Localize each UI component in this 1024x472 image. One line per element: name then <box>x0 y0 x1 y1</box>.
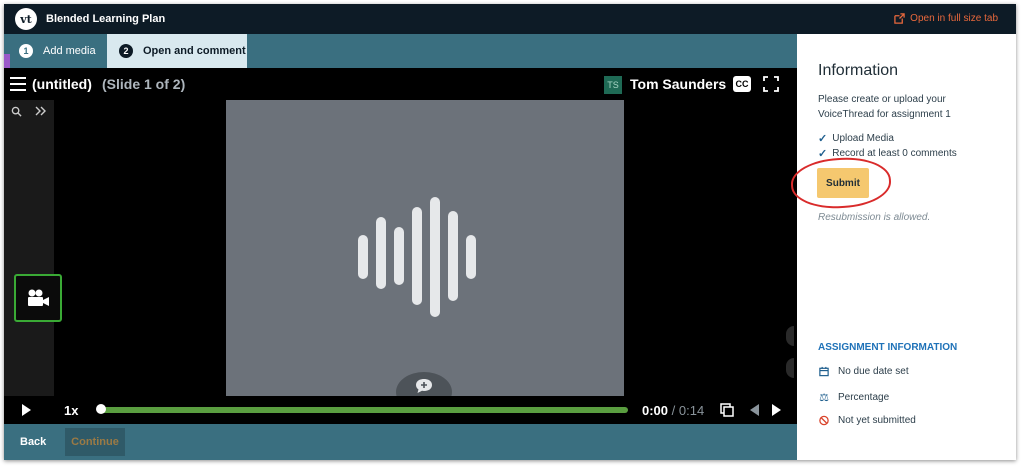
checkmark-icon: ✓ <box>818 133 828 145</box>
panel-title: Information <box>818 62 899 79</box>
user-name[interactable]: Tom Saunders <box>630 76 726 92</box>
double-chevron-right-icon[interactable] <box>34 104 48 118</box>
prohibited-icon <box>819 415 829 426</box>
assignment-info-heading: ASSIGNMENT INFORMATION <box>818 342 958 353</box>
playback-controls: 1x 0:00 / 0:14 <box>4 396 797 424</box>
app-title: Blended Learning Plan <box>46 13 166 25</box>
fullscreen-icon[interactable] <box>763 76 779 92</box>
external-link-icon <box>894 13 905 24</box>
record-video-button[interactable] <box>14 274 62 322</box>
add-comment-button[interactable] <box>396 372 452 396</box>
continue-button[interactable]: Continue <box>65 428 125 456</box>
tab-label: Open and comment <box>143 45 246 57</box>
slide-indicator: (Slide 1 of 2) <box>102 76 186 92</box>
user-avatar[interactable]: TS <box>604 76 622 94</box>
closed-captions-button[interactable]: CC <box>733 76 751 92</box>
audio-waveform-icon <box>358 197 476 317</box>
time-separator: / <box>668 403 679 418</box>
checklist-item: ✓ Upload Media <box>818 132 894 145</box>
step-number: 2 <box>119 44 133 58</box>
calendar-icon <box>819 366 829 377</box>
next-slide-button[interactable] <box>772 404 781 416</box>
balance-scale-icon: ⚖ <box>819 392 829 404</box>
back-button[interactable]: Back <box>20 436 46 448</box>
checklist-label: Upload Media <box>832 133 894 144</box>
voicethread-player: (untitled) (Slide 1 of 2) TS Tom Saunder… <box>4 68 797 424</box>
total-time: 0:14 <box>678 403 705 418</box>
playback-speed[interactable]: 1x <box>64 403 78 418</box>
instruction-text: Please create or upload your VoiceThread… <box>818 94 951 120</box>
thread-title: (untitled) <box>32 76 92 92</box>
submit-button[interactable]: Submit <box>817 168 869 198</box>
video-camera-icon <box>28 289 49 306</box>
information-panel: Information Please create or upload your… <box>789 34 1016 460</box>
open-full-size-label: Open in full size tab <box>910 13 998 24</box>
grading-text: Percentage <box>838 392 890 403</box>
play-button[interactable] <box>22 404 31 416</box>
resubmission-note: Resubmission is allowed. <box>818 212 931 223</box>
bottom-bar: Back Continue <box>4 424 797 460</box>
vt-logo: vt <box>15 8 37 30</box>
current-time: 0:00 <box>642 403 669 418</box>
grading-row: ⚖ Percentage <box>818 391 889 404</box>
hamburger-menu-icon[interactable] <box>10 77 26 91</box>
player-header: (untitled) (Slide 1 of 2) TS Tom Saunder… <box>4 68 797 100</box>
open-full-size-link[interactable]: Open in full size tab <box>894 13 998 24</box>
due-date-text: No due date set <box>838 366 909 377</box>
previous-slide-button[interactable] <box>750 404 759 416</box>
checklist-label: Record at least 0 comments <box>832 148 957 159</box>
submission-status-row: Not yet submitted <box>818 415 916 426</box>
due-date-row: No due date set <box>818 366 909 377</box>
time-display: 0:00 / 0:14 <box>642 403 704 418</box>
top-bar: vt Blended Learning Plan Open in full si… <box>4 4 1016 34</box>
tab-label: Add media <box>43 45 96 57</box>
search-icon[interactable] <box>11 106 22 117</box>
step-number: 1 <box>19 44 33 58</box>
checklist-item: ✓ Record at least 0 comments <box>818 147 957 160</box>
add-comment-icon <box>416 379 432 393</box>
slide-media[interactable] <box>226 100 624 396</box>
app-window: vt Blended Learning Plan Open in full si… <box>4 4 1016 460</box>
submission-status-text: Not yet submitted <box>838 415 916 426</box>
progress-track[interactable] <box>100 407 628 413</box>
edge-tab[interactable] <box>786 358 794 378</box>
steps-bar: 1 Add media 2 Open and comment <box>4 34 797 78</box>
edge-tab[interactable] <box>786 326 794 346</box>
copy-icon[interactable] <box>720 403 734 417</box>
progress-handle[interactable] <box>96 404 106 414</box>
tab-add-media[interactable]: 1 Add media <box>13 34 105 68</box>
comments-sidebar <box>4 100 62 396</box>
tab-open-and-comment[interactable]: 2 Open and comment <box>107 34 247 68</box>
checkmark-icon: ✓ <box>818 148 828 160</box>
